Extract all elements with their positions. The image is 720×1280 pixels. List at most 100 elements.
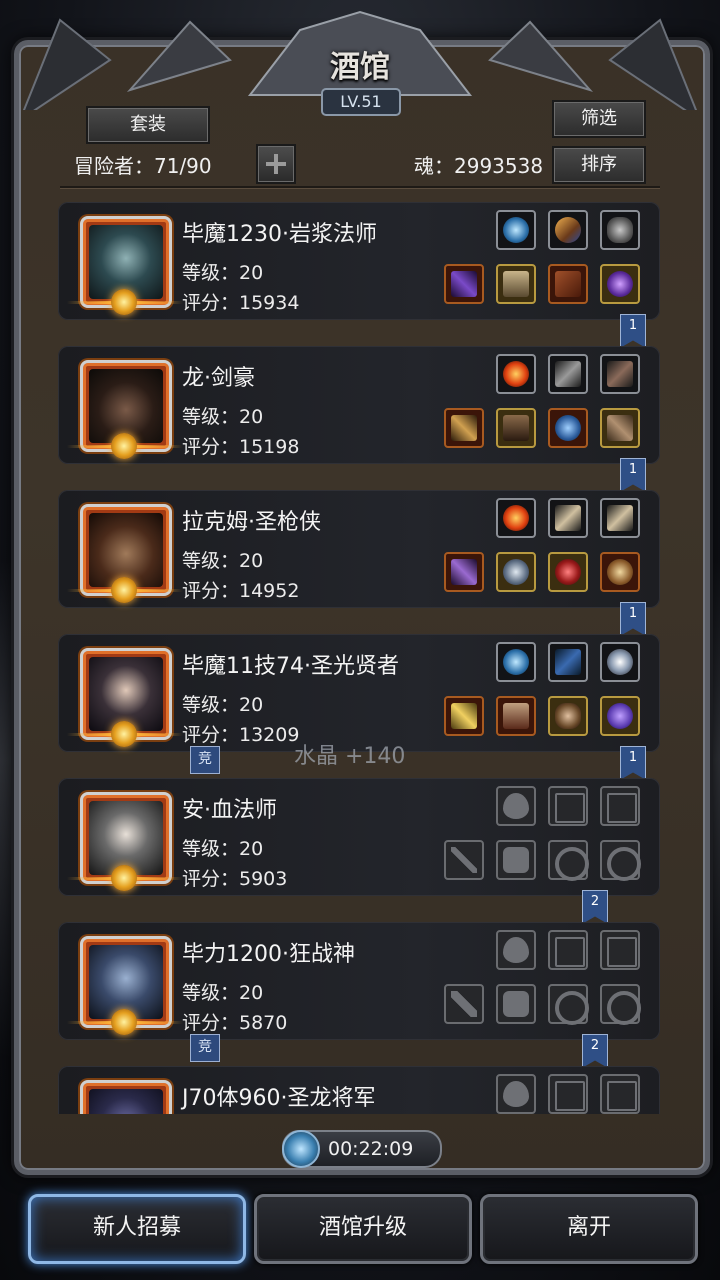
skill-slot[interactable] <box>496 210 536 250</box>
hero-level: 等级：20 <box>182 550 264 572</box>
empty-skill-slot[interactable] <box>496 1074 536 1114</box>
skill-slot[interactable] <box>548 354 588 394</box>
empty-equipment-slot[interactable] <box>444 840 484 880</box>
equipment-slot[interactable] <box>548 264 588 304</box>
ring-placeholder-icon <box>607 991 641 1025</box>
hero-card[interactable]: 毕魔1230·岩浆法师 等级：20 评分：15934 <box>58 202 660 320</box>
skill-slot[interactable] <box>548 498 588 538</box>
set-button[interactable]: 套装 <box>86 106 210 144</box>
avatar <box>89 657 163 731</box>
hero-card[interactable]: 毕魔11技74·圣光贤者 等级：20 评分：13209 <box>58 634 660 752</box>
skill-slot[interactable] <box>600 642 640 682</box>
lance-icon <box>451 559 477 585</box>
hero-card[interactable]: 安·血法师 等级：20 评分：5903 <box>58 778 660 896</box>
bracer-icon <box>607 415 633 441</box>
empty-equipment-slot[interactable] <box>548 840 589 881</box>
ring-icon <box>607 703 633 729</box>
skill-slot[interactable] <box>600 354 640 394</box>
leave-button[interactable]: 离开 <box>480 1194 698 1264</box>
equipment-slot[interactable] <box>600 696 640 736</box>
hero-card[interactable]: 拉克姆·圣枪侠 等级：20 评分：14952 <box>58 490 660 608</box>
empty-equipment-slot[interactable] <box>496 984 536 1024</box>
equipment-slot[interactable] <box>496 696 536 736</box>
axe-icon <box>451 991 477 1017</box>
add-slot-button[interactable] <box>256 144 296 184</box>
rank-ribbon: 1 <box>620 458 646 492</box>
hero-portrait <box>67 360 183 459</box>
empty-skill-slot[interactable] <box>548 1074 588 1114</box>
wing-ornament <box>67 301 117 304</box>
skill-slot[interactable] <box>548 210 588 250</box>
skill-slot[interactable] <box>496 354 536 394</box>
skill-slot[interactable] <box>496 642 536 682</box>
bow-icon <box>555 649 581 675</box>
hero-level: 等级：20 <box>182 406 264 428</box>
rank-gear-icon <box>111 433 137 459</box>
equipment-slot[interactable] <box>548 552 588 592</box>
hero-card[interactable]: 毕力1200·狂战神 等级：20 评分：5870 <box>58 922 660 1040</box>
arena-badge: 竞 <box>190 746 220 774</box>
equipment-slot[interactable] <box>600 552 640 592</box>
empty-skill-slot[interactable] <box>548 786 588 826</box>
hero-name: J70体960·圣龙将军 <box>182 1086 376 1111</box>
equipment-slot[interactable] <box>444 264 484 304</box>
hourglass-icon <box>555 1081 585 1111</box>
equipment-slot[interactable] <box>548 408 588 448</box>
equipment-slot[interactable] <box>444 552 484 592</box>
avatar <box>89 801 163 875</box>
hero-score: 评分：15198 <box>182 436 300 458</box>
skill-slot[interactable] <box>600 210 640 250</box>
empty-equipment-slot[interactable] <box>600 840 641 881</box>
empty-skill-slot[interactable] <box>600 1074 640 1114</box>
empty-skill-slot[interactable] <box>496 786 536 826</box>
hero-portrait <box>67 216 183 315</box>
equipment-slot[interactable] <box>548 696 588 736</box>
skill-slot[interactable] <box>496 498 536 538</box>
torch-icon <box>555 217 581 243</box>
rank-gear-icon <box>111 577 137 603</box>
empty-skill-slot[interactable] <box>548 930 588 970</box>
hero-list[interactable]: 毕魔1230·岩浆法师 等级：20 评分：15934 1 龙·剑豪 等级：20 … <box>58 196 664 1114</box>
empty-skill-slot[interactable] <box>600 786 640 826</box>
skill-slot[interactable] <box>548 642 588 682</box>
filter-button[interactable]: 筛选 <box>552 100 646 138</box>
ice-orb-icon <box>503 649 529 675</box>
equipment-slot[interactable] <box>496 264 536 304</box>
hero-score: 评分：5903 <box>182 868 288 890</box>
recruit-button[interactable]: 新人招募 <box>28 1194 246 1264</box>
empty-equipment-slot[interactable] <box>600 984 641 1025</box>
wing-ornament <box>133 301 183 304</box>
hero-score: 评分：15934 <box>182 292 300 314</box>
hero-card[interactable]: 龙·剑豪 等级：20 评分：15198 <box>58 346 660 464</box>
wing-ornament <box>67 733 117 736</box>
gauntlet-icon <box>555 415 581 441</box>
armor-icon <box>503 703 529 729</box>
equipment-slot[interactable] <box>600 264 640 304</box>
skill-slot[interactable] <box>600 498 640 538</box>
blade-icon <box>607 361 633 387</box>
empty-equipment-slot[interactable] <box>548 984 589 1025</box>
hero-level: 等级：20 <box>182 262 264 284</box>
equipment-slot[interactable] <box>600 408 640 448</box>
empty-skill-slot[interactable] <box>496 930 536 970</box>
hero-portrait <box>67 648 183 747</box>
hero-card[interactable]: J70体960·圣龙将军 <box>58 1066 660 1114</box>
sort-button[interactable]: 排序 <box>552 146 646 184</box>
hero-portrait <box>67 504 183 603</box>
equipment-slot[interactable] <box>496 408 536 448</box>
empty-equipment-slot[interactable] <box>444 984 484 1024</box>
equipment-slot[interactable] <box>496 552 536 592</box>
fire-icon <box>503 361 529 387</box>
empty-skill-slot[interactable] <box>600 930 640 970</box>
upgrade-tavern-button[interactable]: 酒馆升级 <box>254 1194 472 1264</box>
hero-portrait <box>67 936 183 1035</box>
rank-ribbon: 1 <box>620 746 646 780</box>
hero-level: 等级：20 <box>182 694 264 716</box>
armor-placeholder-icon <box>503 847 529 873</box>
hero-name: 安·血法师 <box>182 798 277 823</box>
timer-text: 00:22:09 <box>328 1138 414 1160</box>
hourglass-icon <box>607 793 637 823</box>
empty-equipment-slot[interactable] <box>496 840 536 880</box>
equipment-slot[interactable] <box>444 696 484 736</box>
equipment-slot[interactable] <box>444 408 484 448</box>
